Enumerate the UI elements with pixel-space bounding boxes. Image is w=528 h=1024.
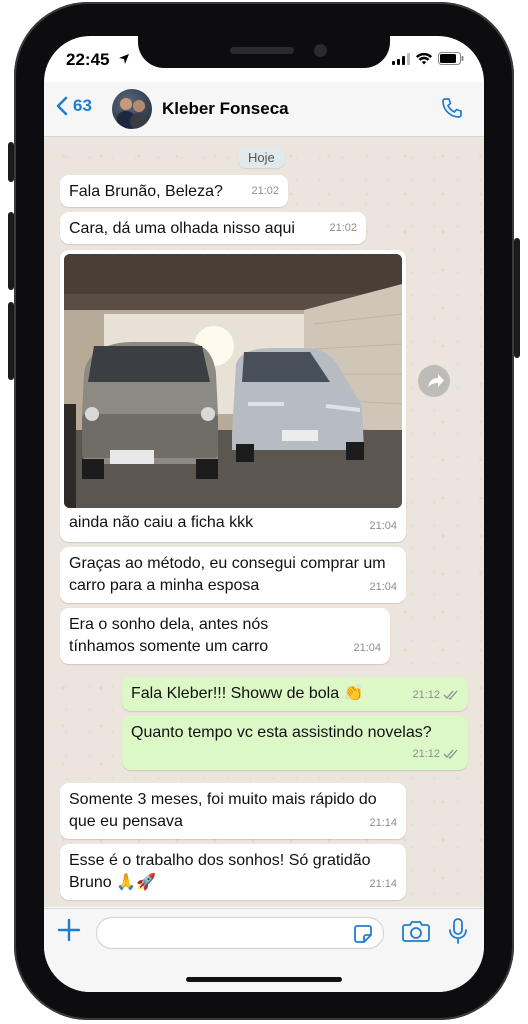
chat-header: 63 Kleber Fonseca: [44, 82, 484, 137]
camera-icon[interactable]: [402, 919, 430, 948]
sticker-icon[interactable]: [353, 924, 373, 949]
date-pill: Hoje: [238, 147, 285, 168]
signal-icon: [392, 52, 410, 65]
message-bubble[interactable]: Fala Brunão, Beleza? 21:02: [60, 175, 288, 207]
message-input[interactable]: [96, 917, 384, 949]
location-arrow-icon: [118, 53, 130, 68]
message-time: 21:12: [412, 748, 440, 760]
message-time: 21:04: [369, 581, 397, 593]
back-button[interactable]: 63: [56, 96, 92, 116]
contact-name[interactable]: Kleber Fonseca: [162, 99, 289, 119]
phone-icon[interactable]: [440, 96, 464, 125]
status-icons: [392, 52, 464, 65]
volume-up-button: [8, 212, 14, 290]
volume-down-button: [8, 302, 14, 380]
wifi-icon: [416, 52, 432, 64]
message-bubble[interactable]: Quanto tempo vc esta assistindo novelas?…: [122, 716, 468, 770]
message-text: Graças ao método, eu consegui comprar um…: [69, 555, 386, 594]
message-bubble[interactable]: Somente 3 meses, foi muito mais rápido d…: [60, 783, 406, 839]
forward-icon[interactable]: [418, 365, 450, 397]
speaker: [230, 47, 294, 54]
home-indicator[interactable]: [186, 977, 342, 982]
message-text: Fala Brunão, Beleza?: [69, 183, 223, 200]
plus-icon[interactable]: [56, 917, 82, 948]
battery-icon: [438, 52, 464, 65]
message-time: 21:04: [353, 642, 381, 654]
unread-count: 63: [73, 96, 92, 115]
double-check-icon: [443, 749, 458, 759]
message-bubble[interactable]: Graças ao método, eu consegui comprar um…: [60, 547, 406, 603]
back-chevron-icon: [56, 96, 68, 116]
message-bubble[interactable]: Cara, dá uma olhada nisso aqui 21:02: [60, 212, 366, 244]
car-photo[interactable]: [64, 254, 402, 508]
message-text: Era o sonho dela, antes nós tínhamos som…: [69, 616, 269, 655]
message-time: 21:02: [329, 222, 357, 234]
mic-icon[interactable]: [448, 917, 468, 950]
photo-message-bubble[interactable]: ainda não caiu a ficha kkk 21:04: [60, 250, 406, 542]
front-camera: [314, 44, 327, 57]
message-time: 21:12: [412, 689, 440, 701]
power-button: [514, 238, 520, 358]
side-button: [8, 142, 14, 182]
message-text: Fala Kleber!!! Showw de bola 👏: [131, 685, 364, 702]
message-text: Esse é o trabalho dos sonhos! Só gratidã…: [69, 852, 371, 891]
message-bubble[interactable]: Era o sonho dela, antes nós tínhamos som…: [60, 608, 390, 664]
message-text: Quanto tempo vc esta assistindo novelas?: [131, 724, 432, 741]
message-time: 21:14: [369, 817, 397, 829]
double-check-icon: [443, 690, 458, 700]
notch: [138, 36, 390, 68]
message-text: Somente 3 meses, foi muito mais rápido d…: [69, 791, 377, 830]
message-time: 21:04: [369, 520, 397, 532]
status-time: 22:45: [66, 50, 110, 69]
message-text: ainda não caiu a ficha kkk: [69, 514, 254, 531]
message-time: 21:14: [369, 878, 397, 890]
input-bar: [44, 908, 484, 992]
message-text: Cara, dá uma olhada nisso aqui: [69, 220, 295, 237]
avatar[interactable]: [112, 89, 152, 129]
screen: 22:45 63 Kleber Fonseca Hoje Fala Brunão…: [44, 36, 484, 992]
message-bubble[interactable]: Fala Kleber!!! Showw de bola 👏 21:12: [122, 677, 468, 711]
message-bubble[interactable]: Esse é o trabalho dos sonhos! Só gratidã…: [60, 844, 406, 900]
chat-area[interactable]: Hoje Fala Brunão, Beleza? 21:02 Cara, dá…: [44, 137, 484, 907]
message-time: 21:02: [251, 185, 279, 197]
